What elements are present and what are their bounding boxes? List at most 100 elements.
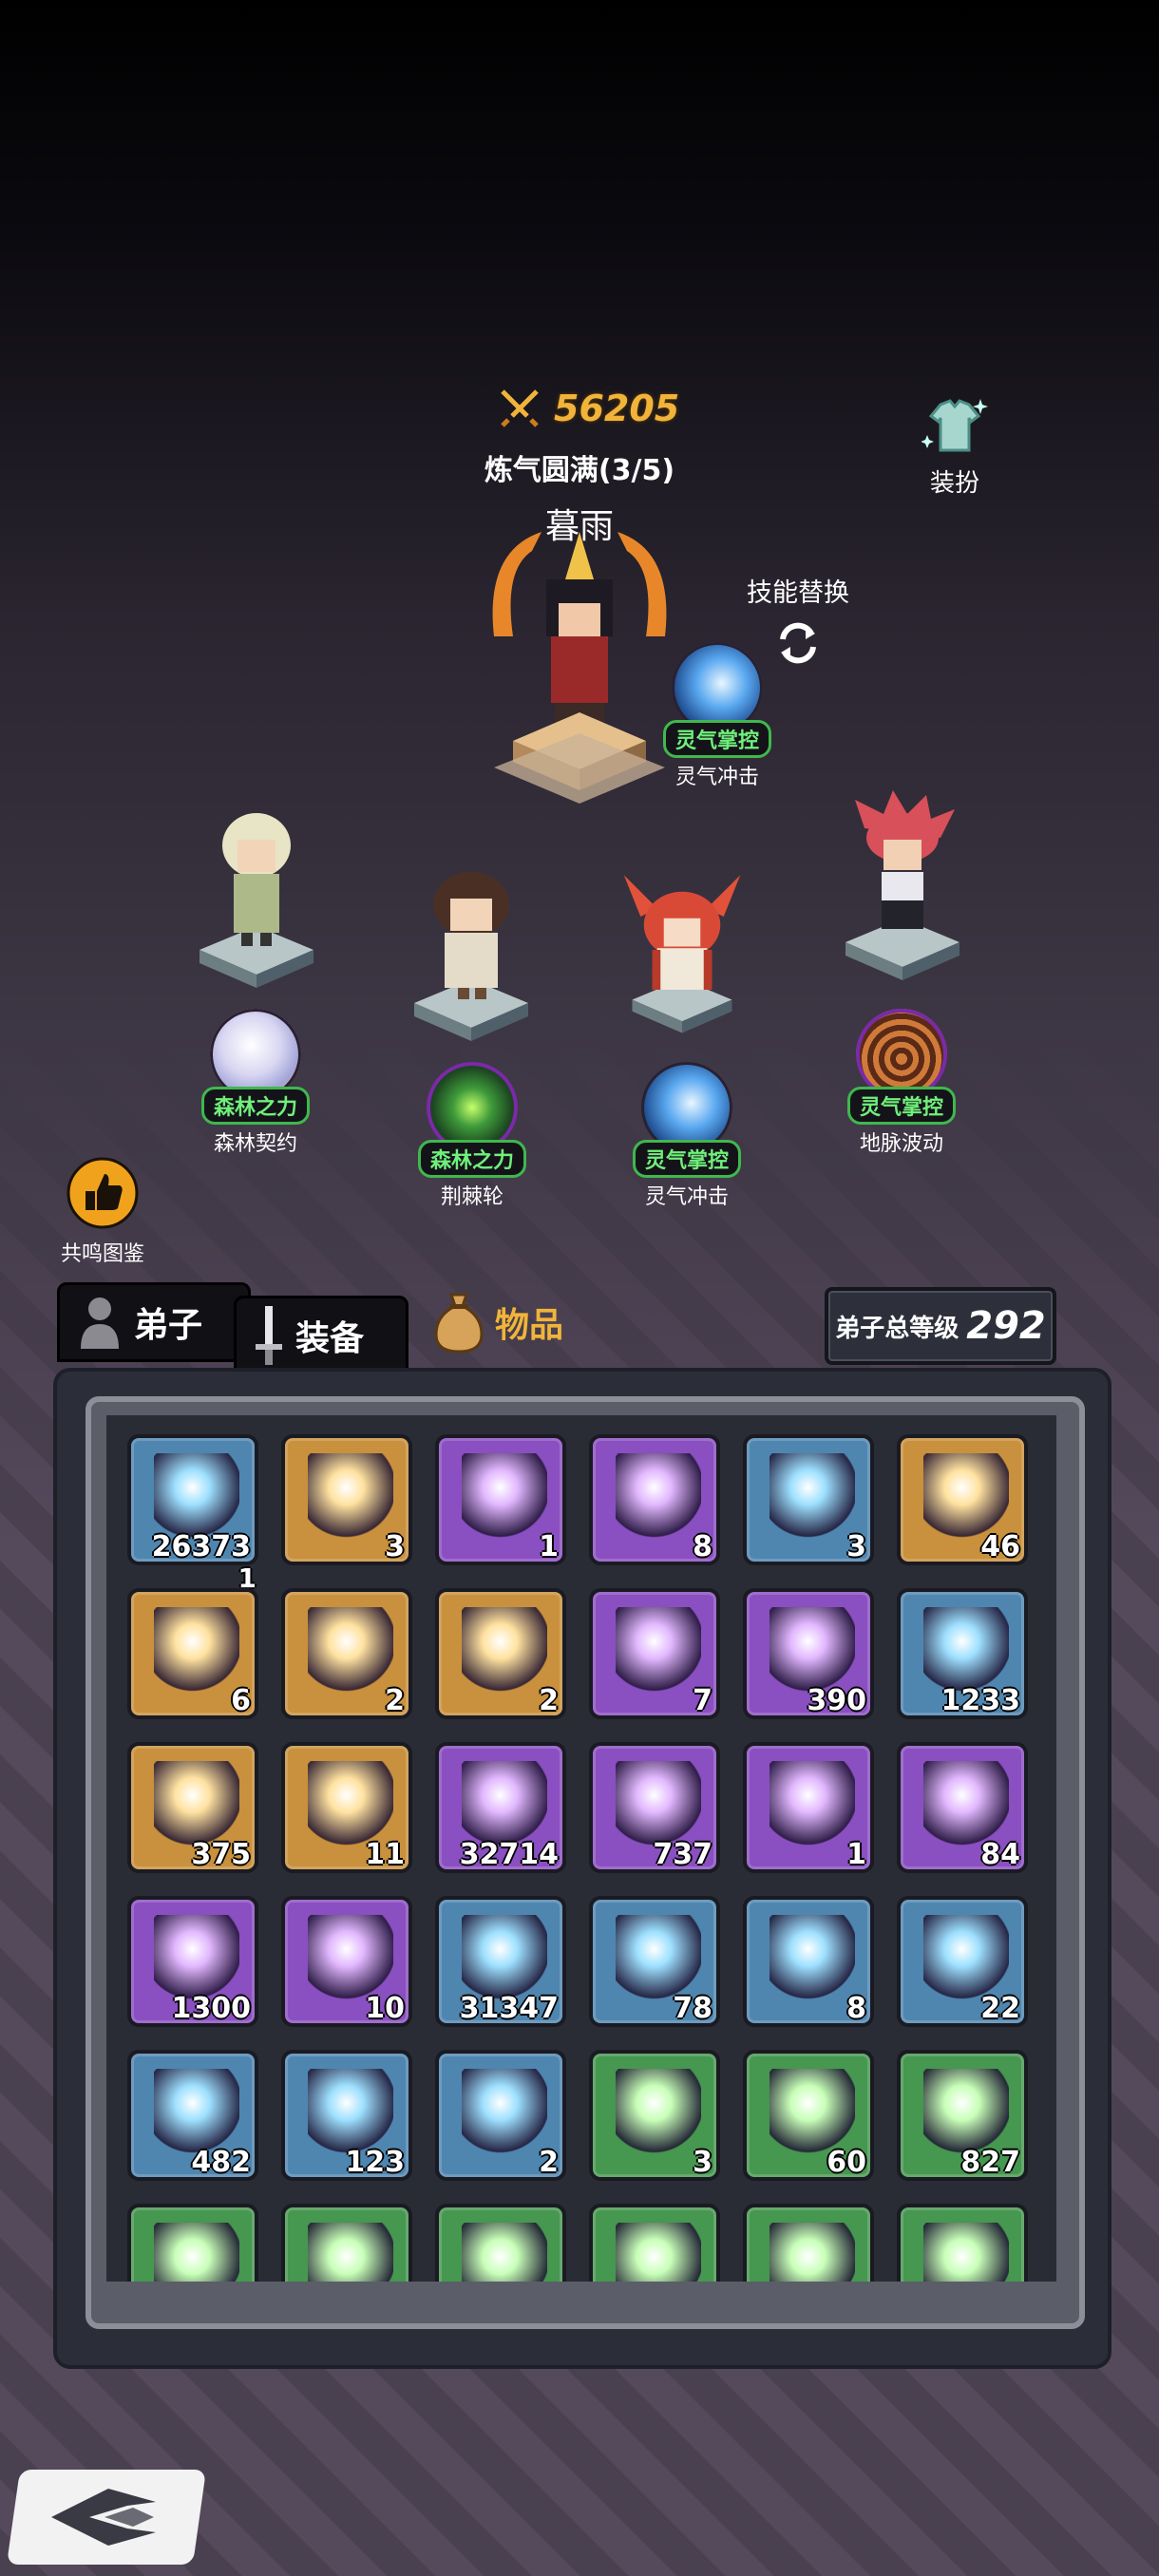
magenta-orb-icon	[923, 2223, 1009, 2282]
inventory-slot[interactable]	[743, 2204, 874, 2282]
disciple-1-skill[interactable]: 森林之力 森林契约	[184, 1009, 327, 1157]
item-count: 84	[980, 1838, 1020, 1871]
tab-equipment-label: 装备	[295, 1319, 365, 1358]
back-button[interactable]	[6, 2470, 207, 2565]
inventory-slot[interactable]: 31347	[435, 1896, 566, 2027]
inventory-slot[interactable]	[589, 2204, 720, 2282]
item-count: 8	[693, 1530, 712, 1563]
item-count: 31347	[459, 1992, 559, 2025]
inventory-slot[interactable]: 1300	[127, 1896, 258, 2027]
inventory-slot[interactable]: 1	[743, 1742, 874, 1873]
inventory-slot[interactable]: 26373 1	[127, 1434, 258, 1594]
inventory-slot[interactable]: 60	[743, 2050, 874, 2181]
item-count: 2	[539, 1684, 559, 1717]
crossed-swords-icon	[501, 389, 539, 427]
inventory-slot[interactable]: 3	[589, 2050, 720, 2181]
item-count: 3	[846, 1530, 866, 1563]
inventory-slot[interactable]: 482	[127, 2050, 258, 2181]
inventory-slot[interactable]: 2	[435, 1588, 566, 1719]
total-level-box: 弟子总等级 292	[825, 1287, 1056, 1365]
inventory-slot[interactable]: 46	[897, 1434, 1028, 1565]
inventory-slot[interactable]	[435, 2204, 566, 2282]
inventory-slot[interactable]: 375	[127, 1742, 258, 1873]
inventory-slot[interactable]: 1	[435, 1434, 566, 1565]
inventory-slot[interactable]	[281, 2204, 412, 2282]
inventory-slot[interactable]: 3	[743, 1434, 874, 1565]
tab-items[interactable]: 物品	[414, 1282, 608, 1362]
inventory-slot[interactable]: 8	[589, 1434, 720, 1565]
radish-icon	[616, 1915, 701, 2000]
item-count: 3	[385, 1530, 405, 1563]
inventory-slot[interactable]: 10	[281, 1896, 412, 2027]
inventory-slot[interactable]: 22	[897, 1896, 1028, 2027]
item-count: 22	[980, 1992, 1020, 2025]
disciple-4[interactable]	[836, 790, 969, 980]
purple-bloom-icon	[308, 2223, 393, 2282]
purple-orb-icon	[923, 1761, 1009, 1847]
skill-name: 森林契约	[213, 1132, 297, 1156]
inventory-slot[interactable]: 3	[281, 1434, 412, 1565]
slime-orb-icon	[770, 1915, 855, 2000]
skill-name: 地脉波动	[859, 1132, 943, 1156]
inventory-slot[interactable]	[127, 2204, 258, 2282]
item-count: 1300	[171, 1992, 252, 2025]
disciple-1[interactable]	[190, 807, 323, 997]
iron-orb-icon	[154, 1915, 239, 2000]
inventory-slot[interactable]: 78	[589, 1896, 720, 2027]
inventory-slot[interactable]: 8	[743, 1896, 874, 2027]
inventory-slot[interactable]: 390	[743, 1588, 874, 1719]
inventory-slot[interactable]: 7	[589, 1588, 720, 1719]
inventory-slot[interactable]: 1233	[897, 1588, 1028, 1719]
fire-fruit-icon	[923, 2069, 1009, 2154]
inventory-scroll[interactable]: 26373 1 3 1 8 3 46 6 2 2 7 390 1233 375 11 32714 737 1 84 1…	[106, 1415, 1056, 2282]
flower-icon	[923, 1915, 1009, 2000]
inventory-slot[interactable]: 2	[435, 2050, 566, 2181]
branch-icon	[616, 1761, 701, 1847]
item-count: 7	[693, 1684, 712, 1717]
violet-orb-icon	[616, 2223, 701, 2282]
skill-name: 荆棘轮	[440, 1185, 504, 1209]
skill-badge: 森林之力	[200, 1087, 310, 1125]
inventory-slot[interactable]: 123	[281, 2050, 412, 2181]
item-count: 123	[345, 2146, 405, 2179]
power-value: 56205	[554, 388, 680, 429]
item-count: 1	[846, 1838, 866, 1871]
scroll-icon	[616, 2069, 701, 2154]
resonance-gallery-button[interactable]: 共鸣图鉴	[55, 1157, 150, 1267]
inventory-slot[interactable]: 84	[897, 1742, 1028, 1873]
void-orb-icon	[154, 2069, 239, 2154]
inventory-slot[interactable]: 32714	[435, 1742, 566, 1873]
disciple-4-skill[interactable]: 灵气掌控 地脉波动	[830, 1009, 973, 1157]
outfit-icon	[921, 399, 988, 452]
item-count: 78	[673, 1992, 712, 2025]
inventory-slot[interactable]: 827	[897, 2050, 1028, 2181]
dragon-egg-icon	[308, 1607, 393, 1693]
inventory-slot[interactable]: 2	[281, 1588, 412, 1719]
disciple-3-skill[interactable]: 灵气掌控 灵气冲击	[616, 1062, 758, 1210]
dress-label: 装扮	[929, 469, 979, 498]
thorn-orb-icon	[462, 2069, 547, 2154]
disciple-2[interactable]	[405, 861, 538, 1051]
sword-icon	[256, 1306, 282, 1365]
tab-equipment[interactable]: 装备	[234, 1296, 408, 1375]
inventory-slot[interactable]	[897, 2204, 1028, 2282]
disciple-2-skill[interactable]: 森林之力 荆棘轮	[401, 1062, 543, 1210]
gallery-label: 共鸣图鉴	[60, 1242, 144, 1266]
back-arrow-icon	[51, 2489, 156, 2546]
item-count: 2	[539, 2146, 559, 2179]
inventory-slot[interactable]: 11	[281, 1742, 412, 1873]
item-count: 2	[385, 1684, 405, 1717]
skill-badge: 森林之力	[417, 1140, 526, 1178]
tab-disciple[interactable]: 弟子	[57, 1282, 251, 1362]
tab-disciple-label: 弟子	[134, 1306, 203, 1345]
inventory-slot[interactable]: 737	[589, 1742, 720, 1873]
item-count: 827	[960, 2146, 1020, 2179]
dress-button[interactable]: 装扮	[912, 397, 998, 499]
item-count: 375	[191, 1838, 251, 1871]
metal-icon	[154, 2223, 239, 2282]
inventory-slot[interactable]: 6	[127, 1588, 258, 1719]
main-skill[interactable]: 灵气掌控 灵气冲击	[646, 642, 788, 790]
dark-flame-icon	[308, 1453, 393, 1539]
skill-name: 灵气冲击	[644, 1185, 729, 1209]
disciple-3[interactable]	[616, 855, 749, 1045]
